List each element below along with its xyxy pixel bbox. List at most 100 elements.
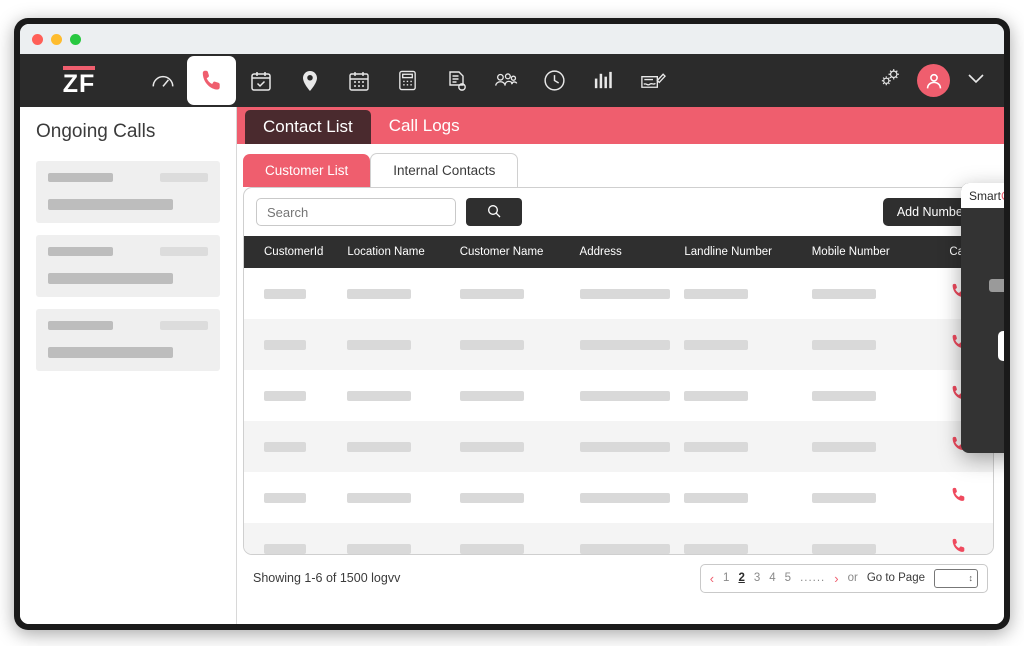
cell-location-name [341,523,453,554]
maximize-window-button[interactable] [70,33,81,45]
subtab-customer-list[interactable]: Customer List [243,154,371,187]
pagination-or-label: or [847,572,858,584]
column-header-address[interactable]: Address [573,236,679,268]
tab-contact-list[interactable]: Contact List [245,110,371,144]
pagination-prev[interactable]: ‹ [710,571,714,586]
column-header-customer-id[interactable]: CustomerId [244,236,342,268]
table-row[interactable] [244,319,993,370]
search-icon [486,203,502,222]
main-content: Contact List Call Logs Customer List Int… [237,107,1004,624]
caller-name: David M. [975,246,1004,267]
table-row[interactable] [244,421,993,472]
subtab-internal-contacts[interactable]: Internal Contacts [370,153,519,187]
table-row[interactable] [244,370,993,421]
ongoing-call-card[interactable] [36,161,220,223]
pagination-page-2[interactable]: 2 [738,572,744,584]
goto-page-label: Go to Page [866,572,925,584]
cell-address [574,370,679,421]
phone-icon [950,538,968,554]
pagination-page-1[interactable]: 1 [723,572,729,584]
contact-list-panel: Add Number CustomerId Location Name Cust… [243,187,994,555]
skeleton-line [48,347,173,358]
titlebar [20,24,1004,54]
cell-address [574,268,679,319]
smartcall-brand-second: Call [1001,189,1004,203]
cell-customer-name [454,370,574,421]
cell-location-name [341,268,453,319]
contacts-table: CustomerId Location Name Customer Name A… [244,236,993,554]
avatar[interactable] [917,64,950,97]
cell-customer-name [454,472,574,523]
cell-location-name [341,472,453,523]
table-row[interactable] [244,523,993,554]
app-logo[interactable]: ZF [20,65,138,96]
nav-item-reports[interactable] [579,54,628,107]
phone-icon [950,487,968,508]
nav-item-locations[interactable] [285,54,334,107]
cell-landline [678,472,805,523]
primary-tab-bar: Contact List Call Logs [237,107,1004,144]
cell-customer-id [244,268,341,319]
users-group-icon [493,68,519,94]
search-button[interactable] [466,198,522,226]
forward-call-button[interactable] [975,417,1004,439]
nav-item-documents[interactable] [432,54,481,107]
nav-item-tasks[interactable] [236,54,285,107]
call-action-button[interactable] [926,472,993,523]
column-header-customer-name[interactable]: Customer Name [453,236,574,268]
column-header-mobile[interactable]: Mobile Number [805,236,926,268]
minimize-window-button[interactable] [51,33,62,45]
top-navigation-bar: ZF [20,54,1004,107]
table-row[interactable] [244,472,993,523]
logo-accent-bar [62,65,96,70]
pagination-page-5[interactable]: 5 [785,572,791,584]
sidebar: Ongoing Calls [20,107,237,624]
gears-icon[interactable] [877,66,903,95]
cell-mobile [806,472,926,523]
pagination-next[interactable]: › [834,571,838,586]
table-row[interactable] [244,268,993,319]
chevron-down-icon[interactable] [964,66,988,95]
cell-customer-id [244,523,341,554]
pagination: ‹ 1 2 3 4 5 ...... › or Go to Page ↕ [699,563,988,593]
ongoing-call-card[interactable] [36,309,220,371]
nav-item-history[interactable] [530,54,579,107]
skeleton-line [48,173,113,182]
mute-microphone-button[interactable] [998,331,1004,361]
phone-icon [199,68,225,94]
nav-icon-group [138,54,677,107]
nav-item-schedule[interactable] [334,54,383,107]
cell-customer-name [454,421,574,472]
nav-item-sign[interactable] [628,54,677,107]
pagination-page-3[interactable]: 3 [754,572,760,584]
nav-right-group [877,54,988,107]
close-window-button[interactable] [32,33,43,45]
nav-item-contacts[interactable] [481,54,530,107]
column-header-landline[interactable]: Landline Number [678,236,806,268]
body-area: Ongoing Calls Contact List Call Logs Cus… [20,107,1004,624]
nav-item-calls[interactable] [187,56,236,105]
cell-mobile [806,268,926,319]
cell-address [574,319,679,370]
cell-customer-name [454,268,574,319]
cell-mobile [806,523,926,554]
column-header-location-name[interactable]: Location Name [341,236,454,268]
cell-landline [678,319,805,370]
goto-page-input[interactable]: ↕ [934,568,978,588]
ongoing-call-card[interactable] [36,235,220,297]
pagination-page-4[interactable]: 4 [769,572,775,584]
cell-landline [678,421,805,472]
signature-edit-icon [639,67,666,94]
nav-item-dashboard[interactable] [138,54,187,107]
smartcall-brand-first: Smart [969,188,1002,203]
call-action-button[interactable] [926,523,993,554]
skeleton-line [48,321,113,330]
table-header-row: CustomerId Location Name Customer Name A… [244,236,993,268]
cell-mobile [806,421,926,472]
tab-call-logs[interactable]: Call Logs [371,107,478,144]
search-input[interactable] [256,198,456,226]
nav-item-billing[interactable] [383,54,432,107]
document-settings-icon [445,69,469,93]
cell-landline [678,370,805,421]
showing-count: Showing 1-6 of 1500 logvv [253,571,401,585]
